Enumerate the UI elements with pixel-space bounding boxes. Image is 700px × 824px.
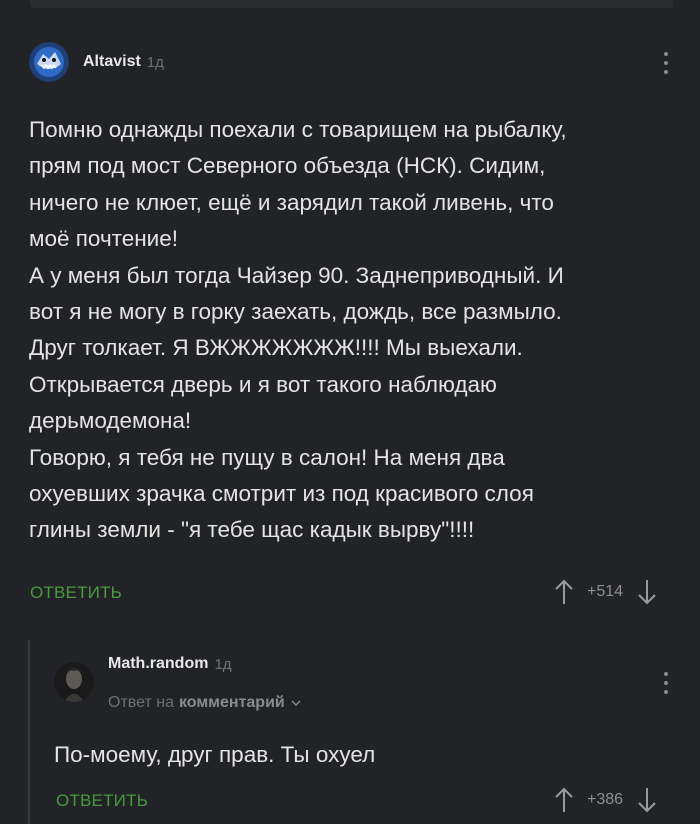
- vote-controls: +386: [553, 786, 658, 814]
- reply-comment-header: Math.random 1д: [54, 655, 232, 702]
- comment-text: Помню однажды поехали с товарищем на рыб…: [29, 117, 567, 543]
- comments-page: Altavist 1д Помню однажды поехали с това…: [0, 0, 700, 824]
- previous-card-edge: [30, 0, 673, 8]
- vote-controls: +514: [553, 578, 658, 606]
- chevron-down-icon[interactable]: [291, 699, 301, 707]
- score: +386: [587, 791, 624, 808]
- upvote-icon[interactable]: [553, 578, 575, 606]
- comment-time: 1д: [146, 53, 164, 71]
- upvote-icon[interactable]: [553, 786, 575, 814]
- reply-button[interactable]: ОТВЕТИТЬ: [56, 791, 148, 811]
- dark-portrait-avatar-icon[interactable]: [54, 662, 94, 702]
- reply-button[interactable]: ОТВЕТИТЬ: [30, 583, 122, 603]
- downvote-icon[interactable]: [636, 578, 658, 606]
- score: +514: [587, 583, 624, 600]
- comment-menu-icon[interactable]: [661, 672, 671, 694]
- downvote-icon[interactable]: [636, 786, 658, 814]
- reply-to-target[interactable]: комментарий: [179, 694, 285, 712]
- comment-author[interactable]: Altavist: [83, 53, 141, 71]
- reply-to-prefix: Ответ на: [108, 694, 174, 711]
- thread-line: [28, 640, 30, 824]
- comment-time: 1д: [214, 655, 232, 673]
- comment-header: Altavist 1д: [29, 42, 164, 82]
- comment-author[interactable]: Math.random: [108, 655, 208, 673]
- comment-menu-icon[interactable]: [661, 52, 671, 74]
- reply-comment-text: По-моему, друг прав. Ты охуел: [54, 742, 376, 767]
- shark-avatar-icon[interactable]: [29, 42, 69, 82]
- reply-to-link[interactable]: Ответ на комментарий: [108, 694, 301, 712]
